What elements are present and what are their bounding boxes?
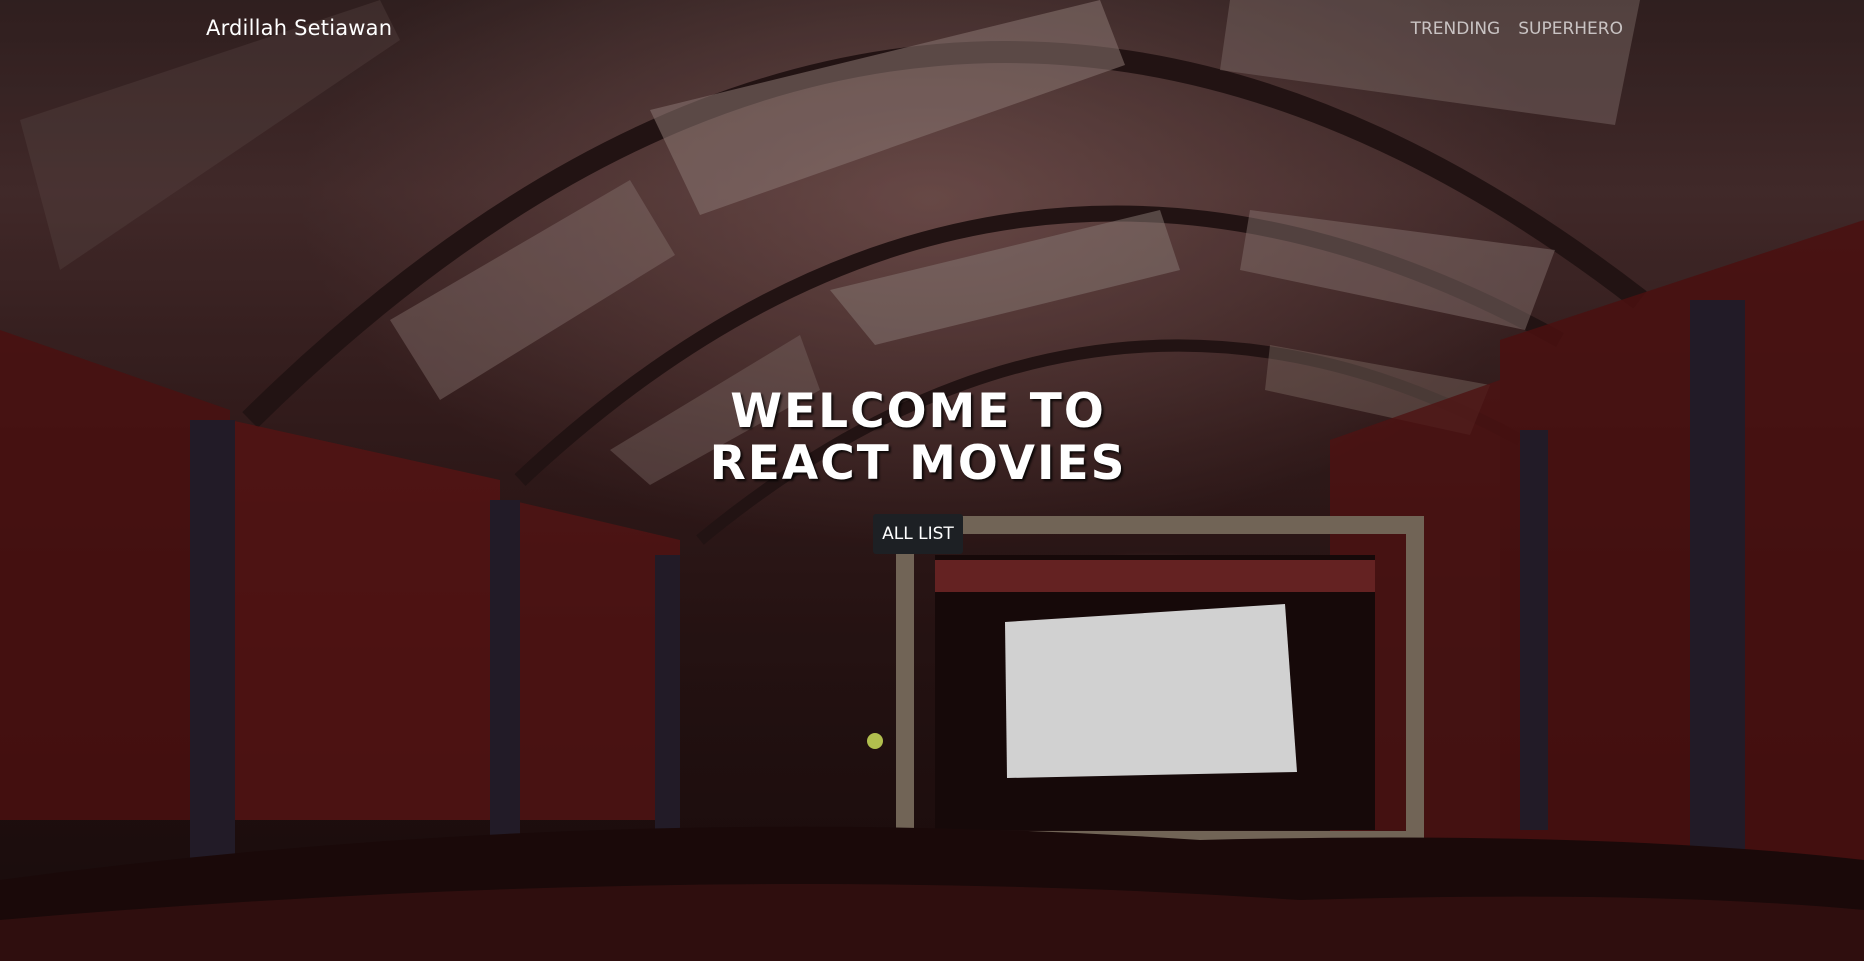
hero-title-line-2: REACT MOVIES	[709, 436, 1127, 491]
brand-link[interactable]: Ardillah Setiawan	[206, 16, 392, 40]
landing-page: Ardillah Setiawan TRENDING SUPERHERO WEL…	[0, 0, 1864, 961]
all-list-button[interactable]: ALL LIST	[873, 514, 963, 554]
hero-title: WELCOME TO REACT MOVIES	[0, 386, 1836, 490]
navbar: Ardillah Setiawan TRENDING SUPERHERO	[0, 0, 1864, 60]
nav-link-trending[interactable]: TRENDING	[1411, 19, 1501, 39]
nav-menu: TRENDING SUPERHERO	[1411, 19, 1623, 39]
hero-title-line-1: WELCOME TO	[730, 384, 1106, 439]
nav-link-superhero[interactable]: SUPERHERO	[1518, 19, 1623, 39]
